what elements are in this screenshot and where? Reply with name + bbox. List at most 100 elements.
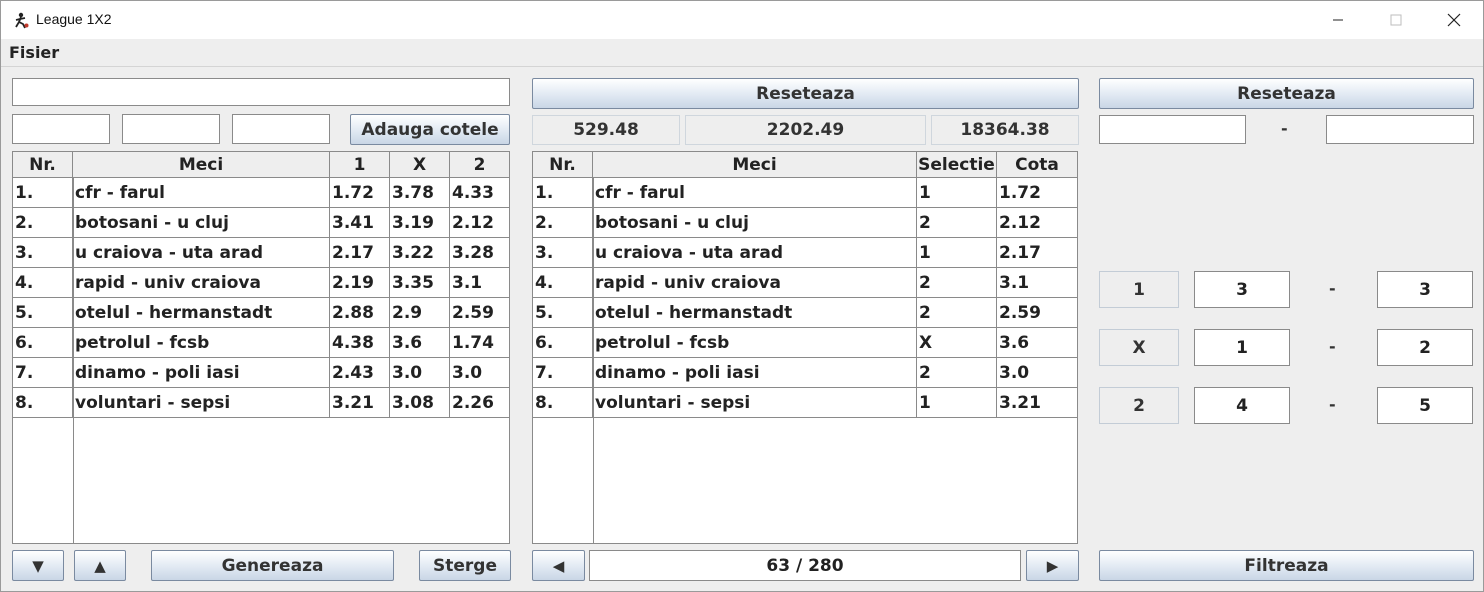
odds-table-row[interactable]: 6. petrolul - fcsb 4.38 3.6 1.74	[13, 328, 509, 358]
previous-page-button[interactable]: ◀	[532, 550, 585, 581]
odds-table-row[interactable]: 3. u craiova - uta arad 2.17 3.22 3.28	[13, 238, 509, 268]
filter-1-min-input[interactable]: 3	[1194, 271, 1290, 308]
row-number: 7.	[13, 358, 73, 387]
filter-separator: -	[1329, 395, 1336, 414]
add-odds-button[interactable]: Adauga cotele	[350, 114, 510, 145]
odd-2: 2.12	[452, 212, 494, 233]
selection: 1	[917, 238, 997, 267]
ticket-table-row[interactable]: 1. cfr - farul 1 1.72	[533, 178, 1077, 208]
column-header-selectie[interactable]: Selectie	[917, 152, 997, 177]
reset-combinations-button[interactable]: Reseteaza	[532, 78, 1079, 109]
ticket-table-row[interactable]: 3. u craiova - uta arad 1 2.17	[533, 238, 1077, 268]
maximize-icon	[1390, 14, 1402, 26]
maximize-button[interactable]	[1367, 1, 1425, 39]
column-header-nr[interactable]: Nr.	[533, 152, 593, 177]
odd-2: 2.59	[452, 302, 494, 323]
odds-range-max-input[interactable]	[1326, 115, 1474, 144]
odds-table-row[interactable]: 1. cfr - farul 1.72 3.78 4.33	[13, 178, 509, 208]
row-number: 5.	[13, 298, 73, 327]
column-header-meci[interactable]: Meci	[73, 152, 330, 177]
odds-table-row[interactable]: 8. voluntari - sepsi 3.21 3.08 2.26	[13, 388, 509, 418]
menu-fisier[interactable]: Fisier	[9, 43, 59, 62]
window-title: League 1X2	[36, 11, 112, 27]
odd: 3.0	[999, 362, 1030, 383]
column-divider	[593, 178, 594, 543]
row-number: 4.	[13, 268, 73, 297]
ticket-table-row[interactable]: 2. botosani - u cluj 2 2.12	[533, 208, 1077, 238]
match-name: botosani - u cluj	[73, 208, 330, 237]
row-number: 1.	[13, 178, 73, 207]
match-name-input[interactable]	[12, 78, 510, 106]
reset-filter-button[interactable]: Reseteaza	[1099, 78, 1474, 109]
match-name: otelul - hermanstadt	[593, 298, 917, 327]
filter-x-max-input[interactable]: 2	[1377, 329, 1473, 366]
generate-button[interactable]: Genereaza	[151, 550, 394, 581]
odd: 3.1	[999, 272, 1030, 293]
selection: X	[917, 328, 997, 357]
filter-button[interactable]: Filtreaza	[1099, 550, 1474, 581]
odd-2: 3.1	[452, 272, 483, 293]
ticket-table-row[interactable]: 8. voluntari - sepsi 1 3.21	[533, 388, 1077, 418]
match-name: u craiova - uta arad	[73, 238, 330, 267]
filter-x-min-input[interactable]: 1	[1194, 329, 1290, 366]
filter-separator: -	[1329, 279, 1336, 298]
row-number: 3.	[13, 238, 73, 267]
row-number: 3.	[533, 238, 593, 267]
row-number: 2.	[533, 208, 593, 237]
filter-label-2: 2	[1099, 387, 1179, 424]
odd-x-input[interactable]	[122, 114, 220, 144]
delete-button[interactable]: Sterge	[419, 550, 511, 581]
column-header-nr[interactable]: Nr.	[13, 152, 73, 177]
next-page-button[interactable]: ▶	[1026, 550, 1079, 581]
odds-table-row[interactable]: 4. rapid - univ craiova 2.19 3.35 3.1	[13, 268, 509, 298]
app-window: League 1X2 Fisier Adauga cotele Nr. Meci…	[0, 0, 1484, 592]
odd-x: 3.22	[390, 238, 450, 267]
odds-table-row[interactable]: 2. botosani - u cluj 3.41 3.19 2.12	[13, 208, 509, 238]
filter-1-max-input[interactable]: 3	[1377, 271, 1473, 308]
odd-1: 1.72	[330, 178, 390, 207]
column-header-x[interactable]: X	[390, 152, 450, 177]
match-name: petrolul - fcsb	[73, 328, 330, 357]
column-header-1[interactable]: 1	[330, 152, 390, 177]
selection: 2	[917, 268, 997, 297]
odd: 3.6	[999, 332, 1030, 353]
ticket-table-row[interactable]: 4. rapid - univ craiova 2 3.1	[533, 268, 1077, 298]
odd-1: 2.43	[330, 358, 390, 387]
match-name: voluntari - sepsi	[73, 388, 330, 417]
odds-table-row[interactable]: 5. otelul - hermanstadt 2.88 2.9 2.59	[13, 298, 509, 328]
ticket-table-row[interactable]: 5. otelul - hermanstadt 2 2.59	[533, 298, 1077, 328]
match-name: cfr - farul	[593, 178, 917, 207]
odd-1-input[interactable]	[12, 114, 110, 144]
menu-bar: Fisier	[1, 39, 1483, 67]
odd-2: 2.26	[452, 392, 494, 413]
odds-range-min-input[interactable]	[1099, 115, 1246, 144]
minimize-button[interactable]	[1309, 1, 1367, 39]
odd-1: 2.17	[330, 238, 390, 267]
odds-table-row[interactable]: 7. dinamo - poli iasi 2.43 3.0 3.0	[13, 358, 509, 388]
minimize-icon	[1333, 19, 1343, 21]
match-name: dinamo - poli iasi	[73, 358, 330, 387]
match-name: u craiova - uta arad	[593, 238, 917, 267]
row-number: 2.	[13, 208, 73, 237]
filter-2-max-input[interactable]: 5	[1377, 387, 1473, 424]
column-header-meci[interactable]: Meci	[593, 152, 917, 177]
close-button[interactable]	[1425, 1, 1483, 39]
close-icon	[1447, 13, 1461, 27]
title-bar: League 1X2	[1, 1, 1483, 39]
odd-2: 3.28	[452, 242, 494, 263]
selection: 1	[917, 388, 997, 417]
row-number: 6.	[533, 328, 593, 357]
column-header-cota[interactable]: Cota	[997, 152, 1077, 177]
stat-value-1: 529.48	[532, 115, 680, 145]
row-number: 7.	[533, 358, 593, 387]
ticket-table-row[interactable]: 6. petrolul - fcsb X 3.6	[533, 328, 1077, 358]
odd-x: 3.78	[390, 178, 450, 207]
move-down-button[interactable]: ▼	[12, 550, 64, 581]
filter-2-min-input[interactable]: 4	[1194, 387, 1290, 424]
move-up-button[interactable]: ▲	[74, 550, 126, 581]
odd-2-input[interactable]	[232, 114, 330, 144]
ticket-table: Nr. Meci Selectie Cota 1. cfr - farul 1 1.7…	[532, 151, 1078, 544]
ticket-table-row[interactable]: 7. dinamo - poli iasi 2 3.0	[533, 358, 1077, 388]
column-header-2[interactable]: 2	[450, 152, 509, 177]
row-number: 5.	[533, 298, 593, 327]
